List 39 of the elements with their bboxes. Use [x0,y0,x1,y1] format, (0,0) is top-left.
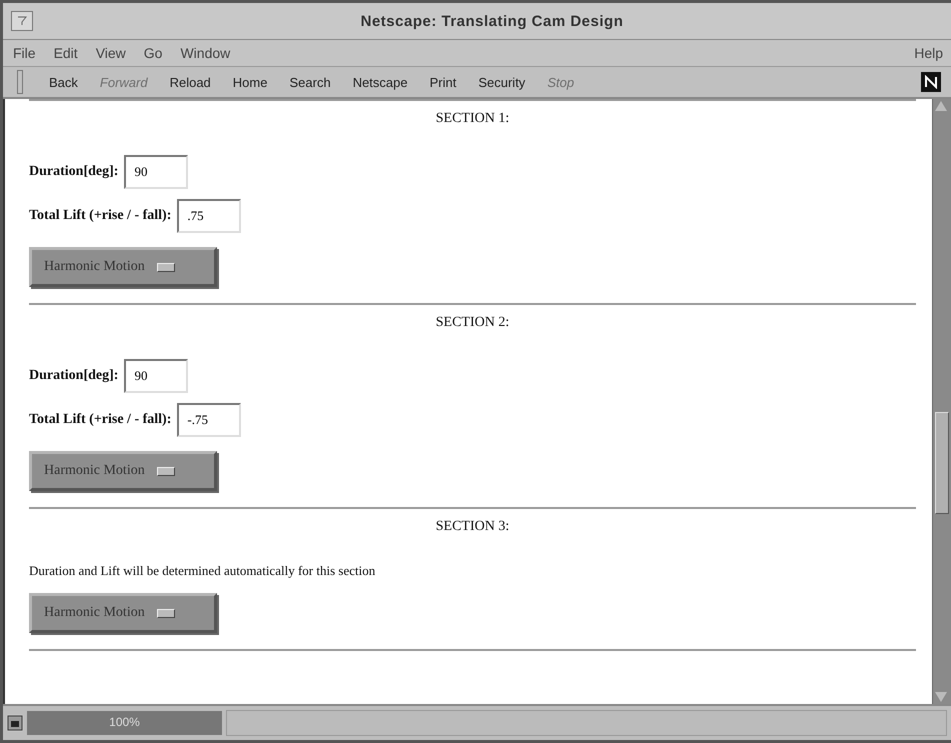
option-menu-button[interactable]: Harmonic Motion [29,247,217,287]
menu-item[interactable]: Window [180,45,230,61]
input-field[interactable]: 90 [124,155,188,189]
progress-text: 100% [108,715,141,729]
menu-item[interactable]: File [13,45,36,61]
field-label: Total Lift (+rise / - fall): [29,208,172,224]
field-label: Duration[deg]: [29,368,118,384]
field-label: Duration[deg]: [29,164,118,180]
field-label: Total Lift (+rise / - fall): [29,412,172,428]
option-indicator-icon [156,262,175,272]
toolbar-button[interactable]: Search [289,72,331,92]
toolbar-button[interactable]: Netscape [352,72,408,92]
toolbar-button[interactable]: Print [430,72,456,92]
menu-item[interactable]: Go [144,45,162,61]
note-text: Duration and Lift will be determined automatically for this section [29,563,376,579]
section-heading: SECTION 2: [434,315,510,331]
menu-item[interactable]: View [96,45,126,61]
input-field[interactable]: -.75 [177,403,242,437]
option-menu-button[interactable]: Harmonic Motion [29,451,217,491]
option-indicator-icon [156,466,175,476]
toolbar-button[interactable]: Security [478,72,526,92]
toolbar-grip[interactable] [17,70,23,94]
window-menu-button[interactable] [11,11,33,31]
toolbar-button[interactable]: Reload [170,72,211,92]
menu-item[interactable]: Edit [54,45,78,61]
logo-icon [921,72,941,92]
input-field[interactable]: 90 [124,359,188,393]
security-lock-icon[interactable] [7,715,23,731]
window-menu-icon[interactable] [17,16,27,26]
toolbar-button[interactable]: Home [232,72,268,92]
scroll-thumb[interactable] [935,412,949,514]
option-menu-button[interactable]: Harmonic Motion [29,593,217,633]
input-field[interactable]: .75 [177,199,242,233]
section-heading: SECTION 3: [434,519,510,535]
menu-item[interactable]: Help [914,45,943,61]
window-title: Netscape: Translating Cam Design [360,12,624,30]
option-indicator-icon [156,608,175,618]
section-heading: SECTION 1: [434,111,510,127]
toolbar-button[interactable]: Back [49,72,78,92]
